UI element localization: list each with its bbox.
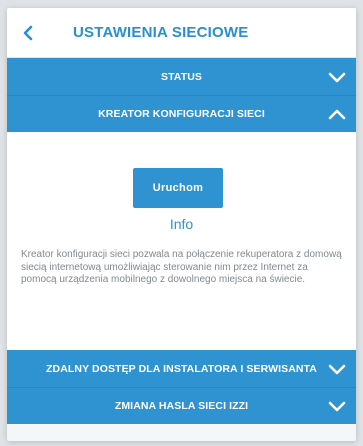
section-zdalny-header[interactable]: ZDALNY DOSTĘP DLA INSTALATORA I SERWISAN… xyxy=(7,350,356,387)
chevron-left-icon xyxy=(23,25,33,40)
chevron-down-icon xyxy=(328,400,346,412)
info-link[interactable]: Info xyxy=(7,216,356,232)
section-kreator-header[interactable]: KREATOR KONFIGURACJI SIECI xyxy=(7,95,356,132)
top-bar: USTAWIENIA SIECIOWE xyxy=(7,8,356,58)
section-haslo-header[interactable]: ZMIANA HASLA SIECI IZZI xyxy=(7,387,356,424)
section-status-header[interactable]: STATUS xyxy=(7,58,356,95)
wizard-description: Kreator konfiguracji sieci pozwala na po… xyxy=(21,249,342,285)
section-haslo-label: ZMIANA HASLA SIECI IZZI xyxy=(114,400,249,412)
section-kreator-panel: Uruchom Info Kreator konfiguracji sieci … xyxy=(7,132,356,350)
bottom-sections: ZDALNY DOSTĘP DLA INSTALATORA I SERWISAN… xyxy=(7,350,356,424)
section-zdalny-label: ZDALNY DOSTĘP DLA INSTALATORA I SERWISAN… xyxy=(46,362,317,375)
section-status-label: STATUS xyxy=(160,70,203,83)
run-wizard-button[interactable]: Uruchom xyxy=(133,168,223,208)
chevron-down-icon xyxy=(328,363,346,375)
app-screen: USTAWIENIA SIECIOWE STATUS KREATOR KONFI… xyxy=(7,8,356,441)
chevron-down-icon xyxy=(328,71,346,83)
chevron-up-icon xyxy=(328,108,346,120)
section-kreator-label: KREATOR KONFIGURACJI SIECI xyxy=(98,108,265,120)
back-button[interactable] xyxy=(7,8,49,58)
page-title: USTAWIENIA SIECIOWE xyxy=(73,24,249,41)
